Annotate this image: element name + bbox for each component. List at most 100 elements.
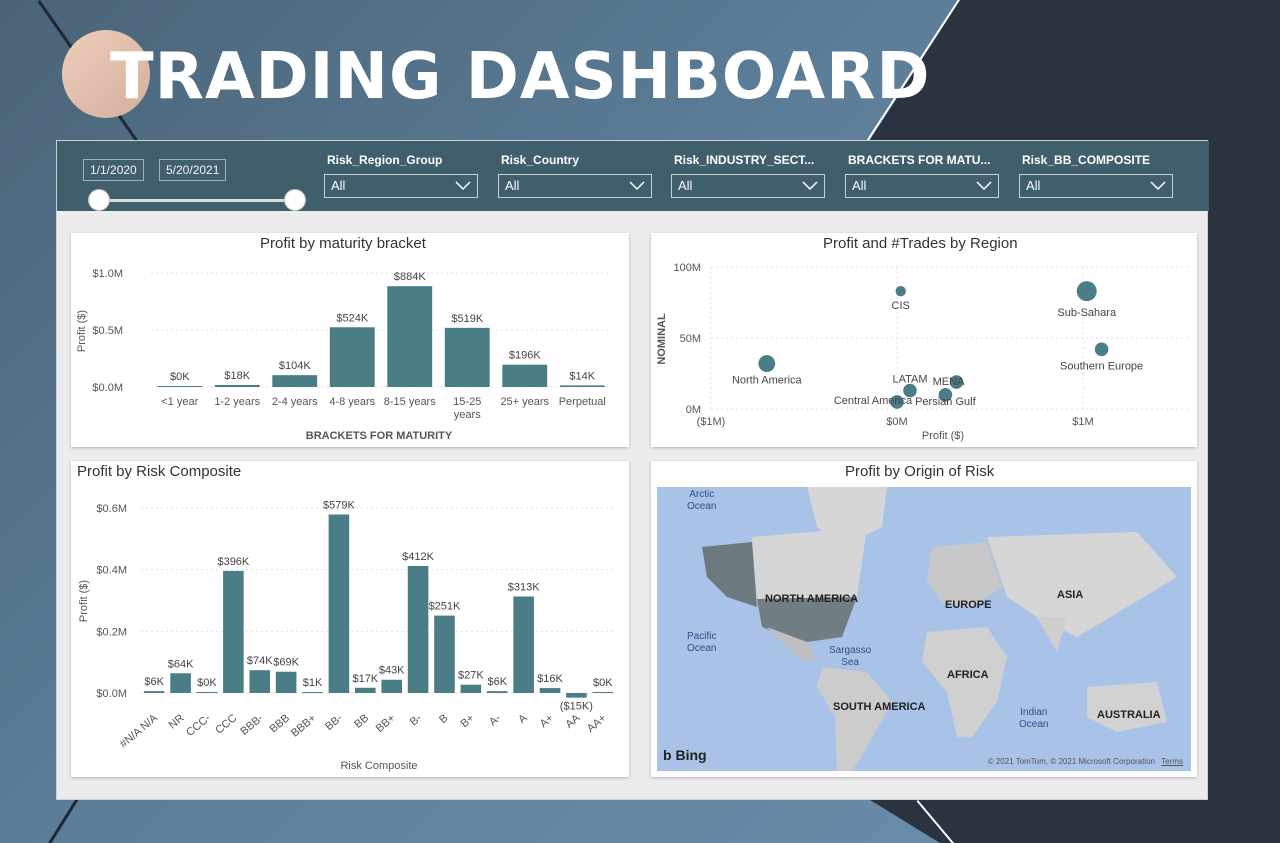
world-map[interactable]: Arctic Ocean Pacific Ocean Sargasso Sea … bbox=[657, 487, 1191, 771]
land-india bbox=[1037, 617, 1067, 652]
filter-label-region: Risk_Region_Group bbox=[327, 153, 443, 167]
bar bbox=[381, 679, 402, 693]
y-tick-label: $0.4M bbox=[96, 565, 127, 577]
bar bbox=[444, 327, 490, 387]
x-tick-label: A- bbox=[487, 712, 503, 728]
y-tick-label: $0.5M bbox=[92, 325, 123, 337]
bar-data-label: $251K bbox=[429, 601, 461, 613]
bar bbox=[486, 691, 508, 693]
x-tick-label: $1M bbox=[1072, 416, 1093, 428]
scatter-point bbox=[895, 285, 906, 297]
date-slider-start-handle[interactable] bbox=[88, 189, 110, 211]
bar bbox=[143, 691, 165, 693]
x-tick-label: 1-2 years bbox=[214, 396, 260, 408]
filter-label-bb-composite: Risk_BB_COMPOSITE bbox=[1022, 153, 1151, 167]
x-tick-label: AA bbox=[563, 712, 582, 731]
filter-value: All bbox=[1026, 178, 1041, 193]
bar bbox=[328, 514, 350, 693]
date-slider-end-handle[interactable] bbox=[284, 189, 306, 211]
continent-australia: AUSTRALIA bbox=[1097, 709, 1161, 721]
filter-value: All bbox=[331, 178, 346, 193]
date-slider-track[interactable] bbox=[99, 199, 295, 202]
bar bbox=[355, 687, 376, 693]
date-end-input[interactable]: 5/20/2021 bbox=[159, 159, 227, 181]
bar bbox=[407, 565, 429, 693]
bar bbox=[502, 364, 548, 387]
bar bbox=[566, 693, 587, 698]
bar-data-label: $884K bbox=[394, 271, 426, 283]
x-tick-label: BBB+ bbox=[289, 712, 318, 739]
x-tick-label: 4-8 years bbox=[329, 396, 375, 408]
x-tick-label: A+ bbox=[538, 712, 556, 730]
filter-label-maturity: BRACKETS FOR MATU... bbox=[848, 153, 991, 167]
filter-select-industry[interactable]: All bbox=[671, 174, 825, 198]
map-copyright: © 2021 TomTom, © 2021 Microsoft Corporat… bbox=[988, 757, 1183, 766]
x-tick-label: BB- bbox=[323, 712, 345, 733]
chevron-down-icon bbox=[976, 181, 992, 191]
bar-data-label: $17K bbox=[352, 673, 378, 685]
map-label-sargasso: Sargasso Sea bbox=[829, 645, 872, 668]
y-tick-label: $0.2M bbox=[96, 626, 127, 638]
region-scatter-chart: 0M 50M 100M ($1M) $0M $1M NOMINAL Profit ($) CIS… bbox=[656, 262, 1191, 442]
bar bbox=[272, 375, 318, 387]
chevron-down-icon bbox=[1150, 181, 1166, 191]
bar bbox=[214, 384, 260, 387]
bar-data-label: $396K bbox=[217, 556, 249, 568]
y-tick-label: $1.0M bbox=[92, 268, 123, 280]
filter-select-region[interactable]: All bbox=[324, 174, 478, 198]
report-canvas: 1/1/2020 5/20/2021 Risk_Region_Group All… bbox=[56, 140, 1209, 800]
bar-data-label: $69K bbox=[273, 657, 299, 669]
x-tick-label: 8-15 years bbox=[384, 396, 436, 408]
bar bbox=[559, 385, 605, 387]
filter-select-maturity[interactable]: All bbox=[845, 174, 999, 198]
y-tick-label: 0M bbox=[686, 404, 701, 416]
composite-chart: $0.0M $0.2M $0.4M $0.6M Profit ($) $6K #N/A N/… bbox=[78, 499, 616, 772]
land-africa bbox=[922, 627, 1007, 737]
y-axis-label: Profit ($) bbox=[78, 580, 90, 622]
filter-select-country[interactable]: All bbox=[498, 174, 652, 198]
point-label: MENA bbox=[933, 376, 965, 388]
x-tick-label: BBB- bbox=[238, 712, 266, 738]
map-label-arctic: Arctic Ocean bbox=[687, 489, 717, 512]
filter-label-industry: Risk_INDUSTRY_SECT... bbox=[674, 153, 815, 167]
bar-data-label: $6K bbox=[144, 676, 164, 688]
bar-data-label: $104K bbox=[279, 360, 311, 372]
bar-data-label: $43K bbox=[379, 665, 405, 677]
bar-data-label: $1K bbox=[303, 677, 323, 689]
point-label: North America bbox=[732, 375, 803, 387]
y-tick-label: $0.0M bbox=[96, 688, 127, 700]
point-label: LATAM bbox=[892, 374, 927, 386]
x-tick-label: B bbox=[437, 712, 450, 726]
x-tick-label: CCC bbox=[213, 712, 239, 737]
continent-europe: EUROPE bbox=[945, 599, 992, 611]
land-australia bbox=[1087, 682, 1167, 732]
maturity-chart-card: Profit by maturity bracket $0.0M $0.5M $1.… bbox=[71, 233, 629, 447]
x-tick-label: CCC- bbox=[184, 712, 213, 739]
x-axis-label: BRACKETS FOR MATURITY bbox=[306, 430, 453, 442]
point-label: Persian Gulf bbox=[915, 396, 976, 408]
page-title: TRADING DASHBOARD bbox=[110, 40, 931, 114]
bar-data-label: $6K bbox=[487, 676, 507, 688]
bar bbox=[275, 671, 297, 693]
bar bbox=[434, 615, 455, 693]
x-tick-label: #N/A N/A bbox=[118, 712, 161, 751]
x-tick-label: Perpetual bbox=[559, 396, 606, 408]
filter-value: All bbox=[678, 178, 693, 193]
terms-link[interactable]: Terms bbox=[1161, 757, 1183, 766]
land-asia bbox=[987, 532, 1177, 637]
bar bbox=[513, 596, 534, 693]
bar-data-label: $16K bbox=[537, 673, 563, 685]
bar-data-label: $74K bbox=[247, 655, 273, 667]
chevron-down-icon bbox=[455, 181, 471, 191]
bing-icon: b bbox=[663, 747, 676, 763]
land-alaska bbox=[702, 542, 757, 607]
filter-select-bb-composite[interactable]: All bbox=[1019, 174, 1173, 198]
bar bbox=[329, 327, 375, 387]
point-label: CIS bbox=[892, 300, 910, 312]
continent-africa: AFRICA bbox=[947, 669, 989, 681]
bar bbox=[539, 688, 561, 693]
bar-data-label: $0K bbox=[593, 677, 613, 689]
bar bbox=[157, 386, 203, 387]
date-start-input[interactable]: 1/1/2020 bbox=[83, 159, 144, 181]
continent-asia: ASIA bbox=[1057, 589, 1084, 601]
